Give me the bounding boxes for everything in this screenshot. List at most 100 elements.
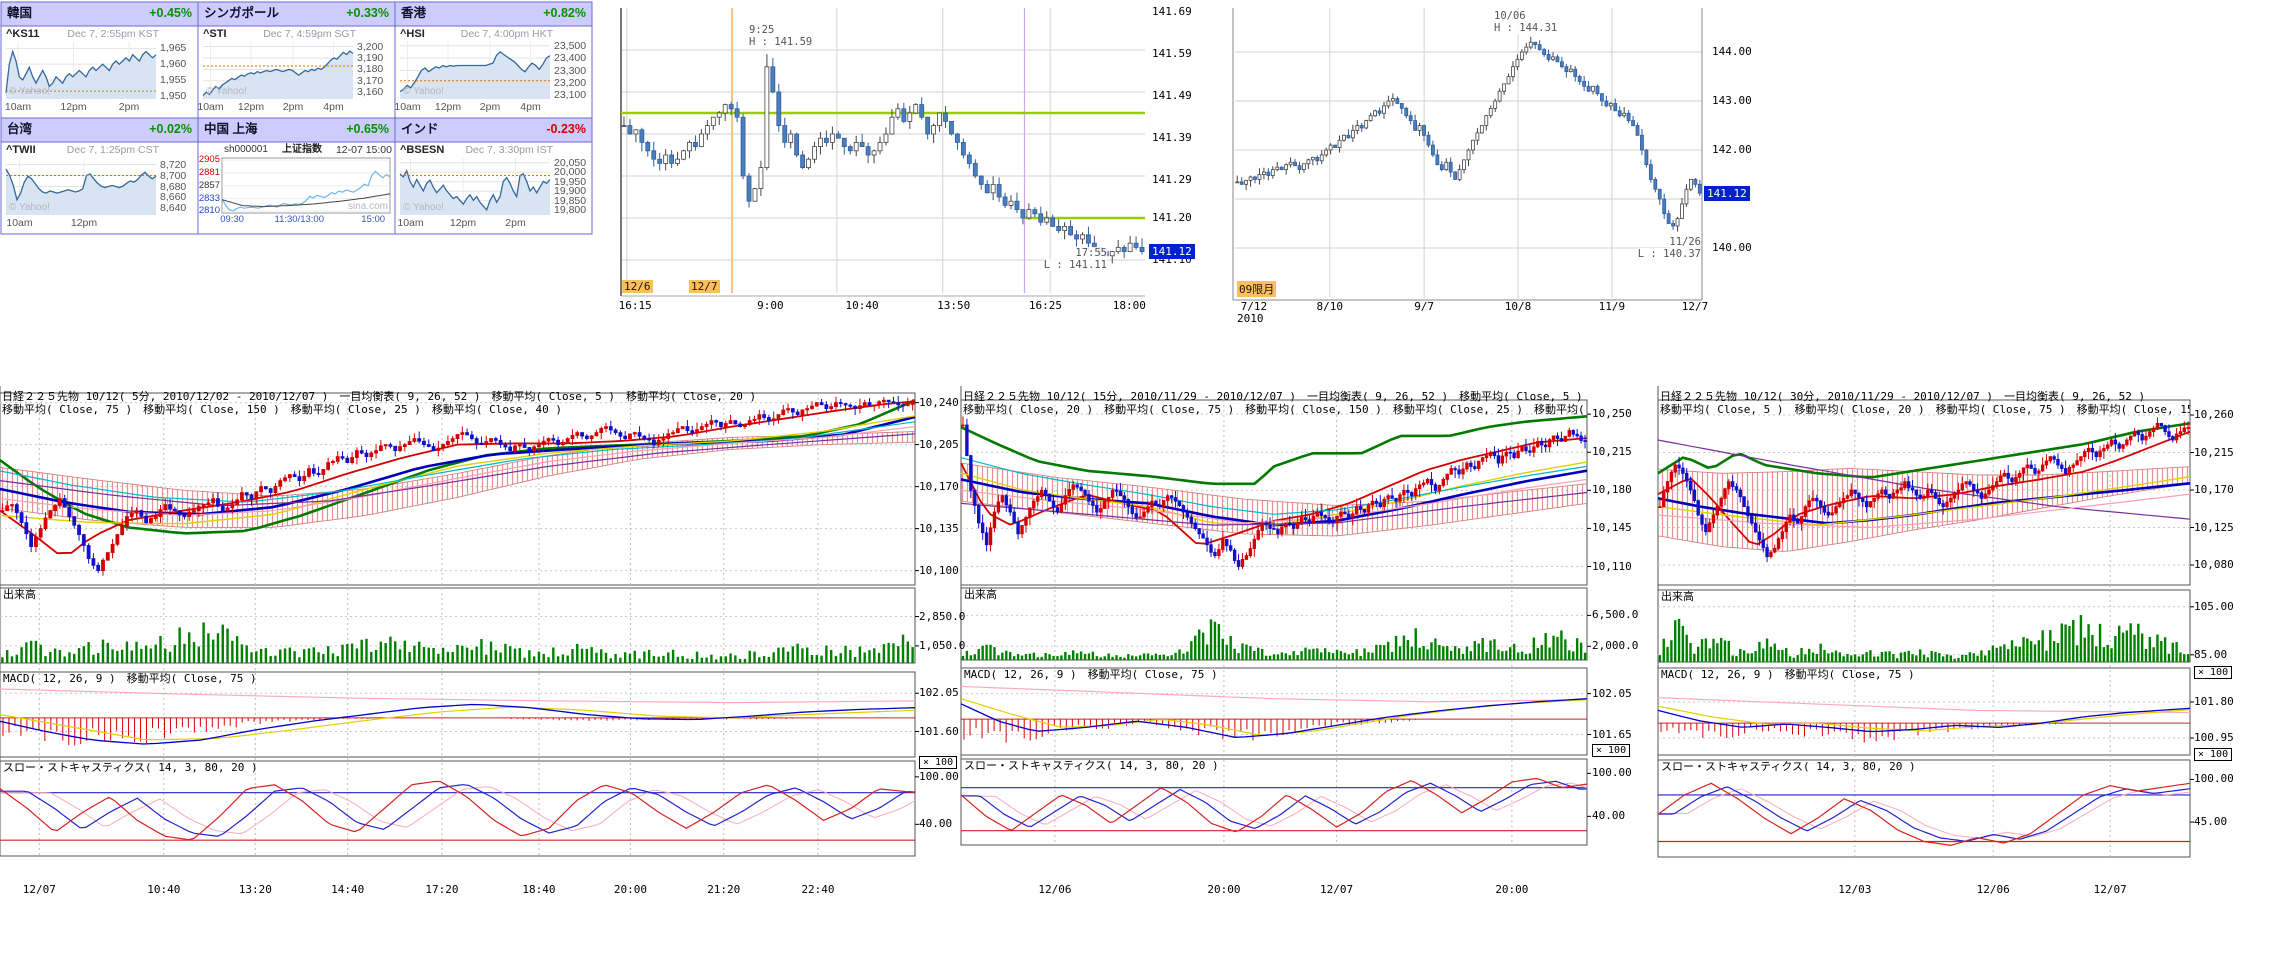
axis-label: 1,050.0 [919, 640, 965, 653]
low-annotation: L : 140.37 [1638, 248, 1701, 260]
price-axis-label: 143.00 [1712, 95, 1752, 108]
time-axis-label: 12/06 [1038, 884, 1071, 897]
axis-label: 1,955 [160, 74, 186, 86]
market-change-label: +0.65% [346, 122, 389, 136]
intraday-chart [621, 8, 1145, 296]
axis-label: 3,200 [357, 41, 383, 53]
axis-label: 10,170 [2194, 484, 2234, 497]
axis-label: 10,125 [2194, 522, 2234, 535]
axis-label: 85.00 [2194, 649, 2227, 662]
axis-label: 2857 [199, 181, 220, 192]
axis-label: 2,000.0 [1592, 640, 1638, 653]
axis-label: 10,215 [1592, 446, 1632, 459]
tech-chart-header: 日経２２５先物 10/12( 30分, 2010/11/29 - 2010/12… [1660, 388, 2190, 415]
time-axis-label: 20:00 [1495, 884, 1528, 897]
tech-chart-header: 日経２２５先物 10/12( 5分, 2010/12/02 - 2010/12/… [2, 388, 915, 415]
ticker-symbol: ^KS11 [6, 28, 39, 41]
date-badge: 12/6 [622, 280, 653, 293]
quote-timestamp: Dec 7, 1:25pm CST [67, 144, 159, 156]
ticker-symbol: sh000001 [224, 144, 268, 156]
axis-label: 23,200 [554, 77, 586, 89]
low-annotation: L : 141.11 [1044, 259, 1107, 271]
low-annotation: 17:55 [1075, 247, 1107, 259]
axis-label: 10,100 [919, 565, 959, 578]
time-axis-label: 21:20 [707, 884, 740, 897]
chart-title-line2: 移動平均( Close, 5 ) 移動平均( Close, 20 ) 移動平均(… [1660, 401, 2190, 415]
time-axis-label: 18:00 [1113, 300, 1146, 313]
multiplier-badge: × 100 [2194, 666, 2232, 679]
axis-label: 10,180 [1592, 484, 1632, 497]
volume-pane-label: 出来高 [964, 589, 997, 602]
tech-chart-header: 日経２２５先物 10/12( 15分, 2010/11/29 - 2010/12… [963, 388, 1587, 415]
time-axis-label: 12pm [238, 101, 264, 113]
stochastics-pane-label: スロー・ストキャスティクス( 14, 3, 80, 20 ) [1661, 761, 1916, 774]
quote-timestamp: Dec 7, 2:55pm KST [67, 28, 159, 40]
index-name: 上证指数 [282, 144, 322, 156]
time-axis-label: 12/06 [1977, 884, 2010, 897]
macd-pane-label: MACD( 12, 26, 9 ) 移動平均( Close, 75 ) [964, 669, 1218, 682]
date-axis-label: 12/7 [1682, 301, 1709, 314]
price-axis-label: 141.59 [1152, 48, 1192, 61]
yahoo-watermark: © Yahoo! [206, 86, 247, 98]
axis-label: 10,135 [919, 523, 959, 536]
axis-label: 101.65 [1592, 729, 1632, 742]
high-annotation: H : 141.59 [749, 36, 812, 48]
tech-chart-2 [1658, 386, 2194, 857]
stochastics-pane-label: スロー・ストキャスティクス( 14, 3, 80, 20 ) [964, 760, 1219, 773]
axis-label: 2810 [199, 206, 220, 217]
axis-label: 3,190 [357, 52, 383, 64]
axis-label: 10,260 [2194, 409, 2234, 422]
ticker-symbol: ^BSESN [400, 144, 444, 157]
price-axis-label: 141.69 [1152, 6, 1192, 19]
axis-label: 45.00 [2194, 816, 2227, 829]
last-price-box: 141.12 [1149, 244, 1195, 259]
macd-pane-label: MACD( 12, 26, 9 ) 移動平均( Close, 75 ) [1661, 669, 1915, 682]
time-axis-label: 2pm [505, 217, 525, 229]
time-axis-label: 4pm [520, 101, 540, 113]
market-change-label: +0.02% [149, 122, 192, 136]
time-axis-label: 10am [6, 217, 32, 229]
axis-label: 10,240 [919, 397, 959, 410]
axis-label: 102.05 [919, 687, 959, 700]
ticker-symbol: ^STI [203, 28, 227, 41]
axis-label: 1,950 [160, 90, 186, 102]
contract-month-badge: 09限月 [1237, 281, 1276, 297]
chart-title-line2: 移動平均( Close, 20 ) 移動平均( Close, 75 ) 移動平均… [963, 401, 1587, 415]
axis-label: 10,080 [2194, 559, 2234, 572]
tech-chart-0 [0, 386, 919, 856]
market-name-label: 香港 [401, 6, 426, 20]
axis-label: 100.00 [919, 771, 959, 784]
time-axis-label: 12/03 [1838, 884, 1871, 897]
time-axis-label: 16:25 [1029, 300, 1062, 313]
axis-label: 100.00 [1592, 767, 1632, 780]
high-annotation: 10/06 [1494, 10, 1526, 22]
time-axis-label: 20:00 [1207, 884, 1240, 897]
time-axis-label: 22:40 [801, 884, 834, 897]
time-axis-label: 12/07 [1320, 884, 1353, 897]
year-label: 2010 [1237, 313, 1264, 326]
time-axis-label: 10:40 [147, 884, 180, 897]
time-axis-label: 4pm [323, 101, 343, 113]
market-name-label: 台湾 [7, 122, 32, 136]
date-badge: 12/7 [689, 280, 720, 293]
daily-chart [1233, 8, 1702, 300]
price-axis-label: 140.00 [1712, 242, 1752, 255]
market-change-label: +0.45% [149, 6, 192, 20]
market-change-label: +0.33% [346, 6, 389, 20]
yahoo-watermark: © Yahoo! [403, 86, 444, 98]
axis-label: 23,100 [554, 89, 586, 101]
high-annotation: H : 144.31 [1494, 22, 1557, 34]
time-axis-label: 15:00 [361, 215, 385, 226]
time-axis-label: 12pm [435, 101, 461, 113]
axis-label: 8,640 [160, 202, 186, 214]
time-axis-label: 10am [397, 217, 423, 229]
yahoo-watermark: © Yahoo! [9, 202, 50, 214]
multiplier-badge: × 100 [1592, 744, 1630, 757]
time-axis-label: 10:40 [845, 300, 878, 313]
sina-watermark: sina.com [348, 201, 388, 213]
date-axis-label: 10/8 [1505, 301, 1532, 314]
chart-title-line2: 移動平均( Close, 75 ) 移動平均( Close, 150 ) 移動平… [2, 401, 562, 415]
quote-timestamp: 12-07 15:00 [336, 144, 392, 156]
axis-label: 6,500.0 [1592, 609, 1638, 622]
axis-label: 2,850.0 [919, 611, 965, 624]
